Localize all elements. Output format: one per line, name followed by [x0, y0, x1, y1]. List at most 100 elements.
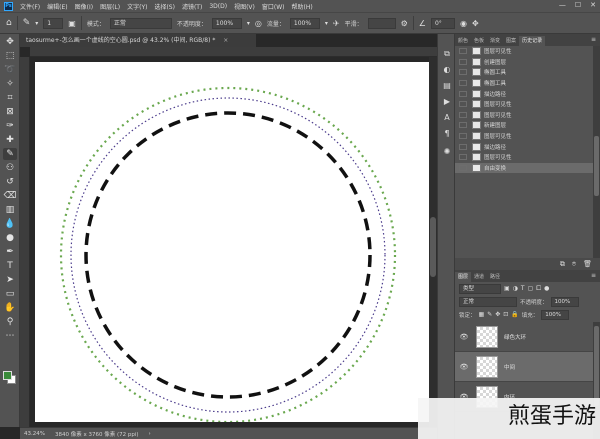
trash-icon[interactable]: 🗑 — [583, 260, 592, 268]
tab-history[interactable]: 历史记录 — [519, 36, 546, 46]
close-tab-icon[interactable]: × — [223, 37, 228, 44]
chevron-down-icon[interactable]: ▾ — [247, 20, 250, 27]
brush-size-picker[interactable]: 1 — [43, 17, 64, 29]
tab-color[interactable]: 颜色 — [455, 36, 471, 46]
angle-input[interactable]: 0° — [430, 17, 455, 29]
layer-row[interactable]: 👁 绿色大环 — [455, 322, 593, 352]
menu-layer[interactable]: 图层(L) — [100, 2, 120, 11]
lock-artboard-icon[interactable]: ⊡ — [503, 311, 508, 318]
tab-paths[interactable]: 路径 — [487, 272, 503, 282]
tab-swatches[interactable]: 色板 — [471, 36, 487, 46]
clone-stamp-icon[interactable]: ⚇ — [3, 162, 17, 174]
gradient-tool-icon[interactable]: ▥ — [3, 204, 17, 216]
menu-window[interactable]: 窗口(W) — [262, 2, 285, 11]
history-item[interactable]: 图层可见性 — [455, 99, 593, 110]
history-item[interactable]: 椭圆工具 — [455, 78, 593, 89]
crop-tool-icon[interactable]: ⌗ — [3, 92, 17, 104]
actions-icon[interactable]: ▶ — [442, 96, 452, 107]
scrollbar-thumb[interactable] — [594, 136, 599, 196]
lock-all-icon[interactable]: 🔒 — [511, 311, 518, 318]
foreground-color-swatch[interactable] — [3, 371, 12, 380]
history-brush-source-box[interactable] — [459, 101, 467, 108]
layer-row-selected[interactable]: 👁 中间 — [455, 352, 593, 382]
panel-menu-icon[interactable]: ≡ — [591, 272, 596, 279]
close-window-button[interactable]: ✕ — [590, 1, 596, 9]
libraries-icon[interactable]: ▤ — [442, 80, 452, 91]
tab-channels[interactable]: 通道 — [471, 272, 487, 282]
menu-edit[interactable]: 编辑(E) — [47, 2, 67, 11]
gear-icon[interactable]: ⚙ — [401, 19, 408, 28]
history-brush-source-box[interactable] — [459, 69, 467, 76]
symmetry-icon[interactable]: ✥ — [472, 19, 479, 28]
tab-layers[interactable]: 图层 — [455, 272, 472, 282]
character-icon[interactable]: A — [442, 112, 452, 123]
mode-select[interactable]: 正常 — [109, 17, 172, 29]
move-tool-icon[interactable]: ✥ — [3, 36, 17, 48]
history-brush-source-box[interactable] — [459, 143, 467, 150]
adjustments-icon[interactable]: ◐ — [442, 64, 452, 75]
home-icon[interactable]: ⌂ — [6, 18, 12, 28]
history-item[interactable]: 图层可见性 — [455, 152, 593, 163]
layer-name[interactable]: 中间 — [504, 363, 515, 371]
menu-type[interactable]: 文字(Y) — [127, 2, 147, 11]
blend-mode-select[interactable]: 正常 — [459, 296, 517, 307]
menu-file[interactable]: 文件(F) — [20, 2, 40, 11]
flow-input[interactable]: 100% — [289, 17, 320, 29]
filter-smart-icon[interactable]: ⧠ — [536, 285, 541, 293]
scrollbar-thumb[interactable] — [594, 326, 599, 406]
canvas-vertical-scrollbar[interactable] — [429, 57, 437, 427]
chevron-down-icon[interactable]: ▾ — [325, 20, 328, 27]
brush-tool-icon[interactable]: ✎ — [23, 18, 31, 28]
history-brush-source-box[interactable] — [459, 122, 467, 129]
healing-brush-icon[interactable]: ✚ — [3, 134, 17, 146]
eye-icon[interactable]: 👁 — [458, 333, 470, 341]
shape-tool-icon[interactable]: ▭ — [3, 288, 17, 300]
document-tab[interactable]: taosurme+-怎么画一个虚线的空心圆.psd @ 43.2% (中间, R… — [20, 34, 256, 47]
history-item[interactable]: 图层可见性 — [455, 131, 593, 142]
menu-image[interactable]: 图像(I) — [75, 2, 93, 11]
filter-toggle-icon[interactable]: ● — [544, 285, 549, 292]
airbrush-icon[interactable]: ✈ — [333, 19, 340, 28]
pressure-opacity-icon[interactable]: ◎ — [255, 19, 262, 28]
chevron-down-icon[interactable]: ▾ — [35, 20, 38, 27]
marquee-tool-icon[interactable]: ⬚ — [3, 50, 17, 62]
hand-tool-icon[interactable]: ✋ — [3, 302, 17, 314]
smoothing-input[interactable] — [367, 17, 396, 29]
brush-tool-icon[interactable]: ✎ — [3, 148, 17, 160]
menu-view[interactable]: 视图(V) — [234, 2, 255, 11]
lasso-tool-icon[interactable]: ➰ — [3, 64, 17, 76]
filter-adjustment-icon[interactable]: ◑ — [513, 285, 518, 292]
menu-3d[interactable]: 3D(D) — [209, 3, 227, 10]
more-tools-icon[interactable]: ⋯ — [3, 330, 17, 342]
eyedropper-tool-icon[interactable]: ✑ — [3, 120, 17, 132]
zoom-level[interactable]: 43.24% — [24, 431, 45, 437]
quick-select-icon[interactable]: ✧ — [3, 78, 17, 90]
layer-name[interactable]: 绿色大环 — [504, 333, 526, 341]
layer-opacity-input[interactable]: 100% — [550, 296, 579, 307]
maximize-button[interactable]: ☐ — [575, 1, 581, 9]
brush-settings-icon[interactable]: ▣ — [68, 19, 76, 28]
history-item[interactable]: 图层可见性 — [455, 110, 593, 121]
tab-patterns[interactable]: 图案 — [503, 36, 519, 46]
blur-tool-icon[interactable]: 💧 — [3, 218, 17, 230]
history-brush-source-box[interactable] — [459, 164, 467, 171]
history-brush-source-box[interactable] — [459, 154, 467, 161]
history-item[interactable]: 椭圆工具 — [455, 67, 593, 78]
tab-gradients[interactable]: 渐变 — [487, 36, 503, 46]
history-item[interactable]: 新建图层 — [455, 120, 593, 131]
history-brush-source-box[interactable] — [459, 133, 467, 140]
filter-shape-icon[interactable]: ▢ — [528, 285, 534, 292]
menu-select[interactable]: 选择(S) — [154, 2, 175, 11]
history-brush-source-box[interactable] — [459, 48, 467, 55]
filter-type-icon[interactable]: T — [521, 285, 525, 292]
opacity-input[interactable]: 100% — [211, 17, 242, 29]
history-item-selected[interactable]: 自由变换 — [455, 162, 593, 174]
menu-help[interactable]: 帮助(H) — [292, 2, 313, 11]
eye-icon[interactable]: 👁 — [458, 363, 470, 371]
fill-input[interactable]: 100% — [541, 309, 570, 320]
menu-filter[interactable]: 滤镜(T) — [182, 2, 202, 11]
pen-tool-icon[interactable]: ✒ — [3, 246, 17, 258]
pressure-size-icon[interactable]: ◉ — [460, 19, 467, 28]
properties-icon[interactable]: ⧉ — [442, 48, 452, 59]
new-document-from-state-icon[interactable]: ⧉ — [560, 260, 565, 269]
